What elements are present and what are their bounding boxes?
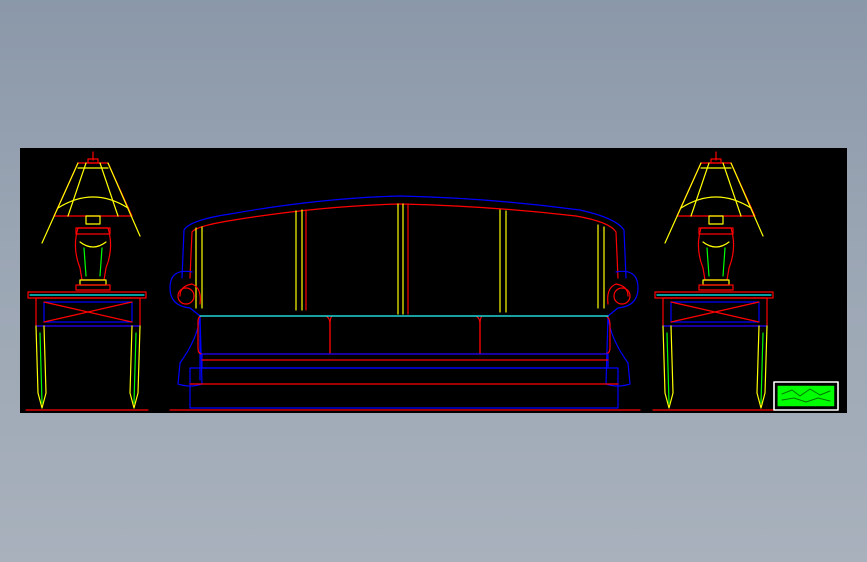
sofa-base	[189, 367, 619, 409]
lamp-shade-rib	[67, 162, 87, 217]
title-stamp-fill	[777, 385, 835, 407]
sofa-left-arm-scroll	[179, 283, 201, 305]
table-leg	[133, 332, 137, 404]
sofa-right-arm-scroll	[607, 283, 629, 305]
sofa-seat-front	[201, 353, 609, 369]
lamp-shade-rib	[690, 162, 710, 217]
title-stamp	[773, 381, 839, 411]
sofa-seat-cushion	[197, 315, 331, 355]
left-side-table	[25, 291, 149, 411]
lamp-neck	[85, 215, 101, 225]
lamp-vase-decor	[706, 247, 710, 277]
lamp-neck	[708, 215, 724, 225]
lamp-shade-rib	[722, 162, 742, 217]
lamp-shade-band	[680, 196, 752, 209]
lamp-base-plinth	[698, 284, 734, 291]
right-side-table	[652, 291, 776, 411]
cad-drawing-viewport[interactable]	[20, 148, 847, 413]
lamp-shade-rib	[99, 162, 119, 217]
lamp-vase-decor	[79, 241, 107, 248]
sofa	[169, 195, 641, 411]
lamp-shade-band	[57, 196, 129, 209]
lamp-vase-decor	[722, 247, 726, 277]
lamp-vase-decor	[83, 247, 87, 277]
lamp-base-plinth	[75, 284, 111, 291]
lamp-vase-collar	[698, 227, 734, 235]
table-leg	[666, 332, 670, 404]
furniture-elevation-drawing	[25, 151, 839, 411]
lamp-vase-decor	[702, 241, 730, 248]
lamp-base	[79, 279, 107, 286]
sofa-seat-cushion	[479, 315, 611, 355]
right-table-lamp	[664, 151, 764, 291]
lamp-vase-body	[74, 227, 112, 281]
table-leg	[760, 332, 764, 404]
lamp-vase-body	[697, 227, 735, 281]
lamp-vase-collar	[75, 227, 111, 235]
sofa-seat-cushion	[329, 315, 481, 355]
left-table-lamp	[41, 151, 141, 291]
table-leg	[39, 332, 43, 404]
sofa-back-outline	[181, 195, 627, 279]
lamp-vase-decor	[99, 247, 103, 277]
lamp-base	[702, 279, 730, 286]
sofa-back-inner	[189, 203, 619, 279]
